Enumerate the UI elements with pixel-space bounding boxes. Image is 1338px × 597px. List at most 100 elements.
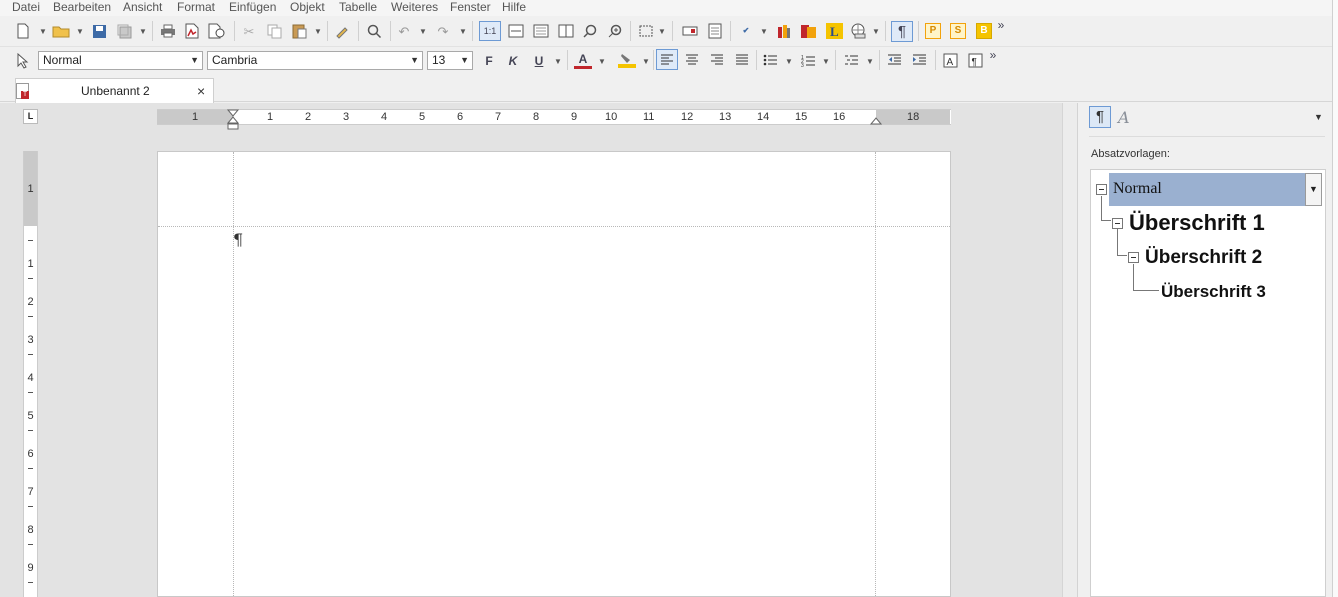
save-all-button[interactable] [115, 22, 133, 40]
chevron-down-icon[interactable]: ▼ [39, 27, 47, 36]
cut-button[interactable]: ✂ [240, 22, 258, 40]
chevron-down-icon[interactable]: ▼ [314, 27, 322, 36]
redo-button[interactable]: ↷ [434, 22, 452, 40]
chevron-down-icon[interactable]: ▼ [822, 57, 830, 66]
document-page[interactable]: ¶ [157, 151, 951, 597]
font-color-button[interactable]: A [574, 51, 592, 69]
increase-indent-button[interactable] [910, 51, 928, 69]
multi-page-button[interactable] [556, 22, 576, 40]
align-left-button[interactable] [656, 49, 678, 70]
menu-ansicht[interactable]: Ansicht [123, 0, 162, 15]
menu-tabelle[interactable]: Tabelle [339, 0, 377, 15]
highlight-button[interactable] [617, 51, 637, 69]
open-button[interactable] [51, 22, 71, 40]
langenscheidt-button[interactable]: L [824, 22, 844, 40]
spellcheck-button[interactable]: ✔ [736, 22, 756, 40]
chevron-down-icon[interactable]: ▼ [139, 27, 147, 36]
search-button[interactable] [365, 22, 383, 40]
paste-button[interactable] [290, 22, 308, 40]
chevron-down-icon[interactable]: ▼ [658, 27, 666, 36]
web-button[interactable] [849, 22, 869, 40]
bullets-button[interactable] [761, 51, 779, 69]
copy-button[interactable] [265, 22, 283, 40]
paragraph-style-select[interactable]: Normal ▼ [38, 51, 203, 70]
font-select[interactable]: Cambria ▼ [207, 51, 423, 70]
basicmaker-button[interactable]: B [976, 23, 992, 39]
frame-button[interactable] [636, 22, 656, 40]
tab-unbenannt-2[interactable]: T Unbenannt 2 × [15, 78, 214, 103]
collapse-icon[interactable] [1096, 184, 1107, 195]
align-center-button[interactable] [683, 51, 701, 69]
field-button[interactable] [680, 22, 700, 40]
chevron-down-icon[interactable]: ▼ [760, 27, 768, 36]
dictionary-button[interactable] [799, 22, 819, 40]
italic-button[interactable]: K [505, 52, 521, 70]
style-item-heading-1[interactable]: Überschrift 1 [1129, 210, 1265, 236]
style-options-dropdown[interactable]: ▼ [1305, 173, 1322, 206]
character-format-button[interactable]: A [941, 51, 959, 69]
character-styles-tab[interactable]: A [1118, 108, 1130, 127]
undo-button[interactable]: ↶ [395, 22, 413, 40]
align-right-button[interactable] [708, 51, 726, 69]
paragraph-format-button[interactable]: ¶ [966, 51, 984, 69]
style-item-heading-2[interactable]: Überschrift 2 [1145, 247, 1262, 269]
style-item-heading-3[interactable]: Überschrift 3 [1161, 282, 1266, 302]
new-document-button[interactable] [14, 22, 32, 40]
style-item-normal[interactable]: Normal [1113, 180, 1162, 198]
vertical-scrollbar[interactable] [1062, 103, 1077, 597]
save-button[interactable] [90, 22, 108, 40]
chevron-down-icon[interactable]: ▼ [76, 27, 84, 36]
chevron-down-icon[interactable]: ▼ [419, 27, 427, 36]
chevron-down-icon[interactable]: ▼ [554, 57, 562, 66]
whole-page-button[interactable] [531, 22, 551, 40]
menu-format[interactable]: Format [177, 0, 215, 15]
chevron-down-icon[interactable]: ▼ [785, 57, 793, 66]
planmaker-button[interactable]: P [925, 23, 941, 39]
print-button[interactable] [159, 22, 177, 40]
zoom-100-button[interactable]: 1:1 [479, 21, 501, 41]
print-preview-button[interactable] [207, 22, 227, 40]
indent-marker-icon[interactable] [227, 109, 239, 131]
chevron-down-icon[interactable]: ▼ [642, 57, 650, 66]
justify-button[interactable] [733, 51, 751, 69]
form-button[interactable] [705, 22, 725, 40]
sidebar-menu-icon[interactable]: ▼ [1314, 112, 1323, 122]
page-width-button[interactable] [506, 22, 526, 40]
close-icon[interactable]: × [197, 83, 205, 99]
thesaurus-button[interactable] [774, 22, 792, 40]
menu-bearbeiten[interactable]: Bearbeiten [53, 0, 111, 15]
bold-button[interactable]: F [481, 52, 497, 70]
underline-button[interactable]: U [531, 52, 547, 70]
overflow-icon[interactable]: » [996, 19, 1006, 31]
menu-einfuegen[interactable]: Einfügen [229, 0, 276, 15]
outline-numbering-button[interactable] [842, 51, 860, 69]
menu-hilfe[interactable]: Hilfe [502, 0, 526, 15]
tab-stop-selector[interactable]: L [23, 109, 38, 124]
font-size-select[interactable]: 13 ▼ [427, 51, 473, 70]
softmaker-button[interactable]: S [950, 23, 966, 39]
menu-objekt[interactable]: Objekt [290, 0, 325, 15]
decrease-indent-button[interactable] [885, 51, 903, 69]
zoom-in-button[interactable] [606, 22, 624, 40]
menu-weiteres[interactable]: Weiteres [391, 0, 438, 15]
paragraph-styles-tab[interactable]: ¶ [1089, 106, 1111, 128]
horizontal-ruler[interactable]: 1 1 2 3 4 5 6 7 8 9 10 11 12 13 14 15 16… [157, 109, 951, 130]
menu-datei[interactable]: Datei [12, 0, 40, 15]
zoom-button[interactable] [581, 22, 599, 40]
collapse-icon[interactable] [1112, 218, 1123, 229]
overflow-icon[interactable]: » [988, 49, 998, 61]
menu-fenster[interactable]: Fenster [450, 0, 491, 15]
chevron-down-icon[interactable]: ▼ [459, 27, 467, 36]
format-painter-button[interactable] [333, 22, 351, 40]
chevron-down-icon[interactable]: ▼ [872, 27, 880, 36]
styles-sidebar: ¶ A ▼ Absatzvorlagen: ▼ Normal Überschri… [1077, 103, 1332, 597]
chevron-down-icon[interactable]: ▼ [866, 57, 874, 66]
chevron-down-icon[interactable]: ▼ [598, 57, 606, 66]
collapse-icon[interactable] [1128, 252, 1139, 263]
select-mode-button[interactable] [14, 52, 32, 70]
export-pdf-button[interactable] [183, 22, 201, 40]
vertical-ruler[interactable]: 1 1 2 3 4 5 6 7 8 9 [23, 151, 38, 597]
formatting-marks-button[interactable]: ¶ [891, 21, 913, 42]
numbering-button[interactable]: 123 [799, 51, 817, 69]
right-indent-marker-icon[interactable] [870, 116, 882, 125]
